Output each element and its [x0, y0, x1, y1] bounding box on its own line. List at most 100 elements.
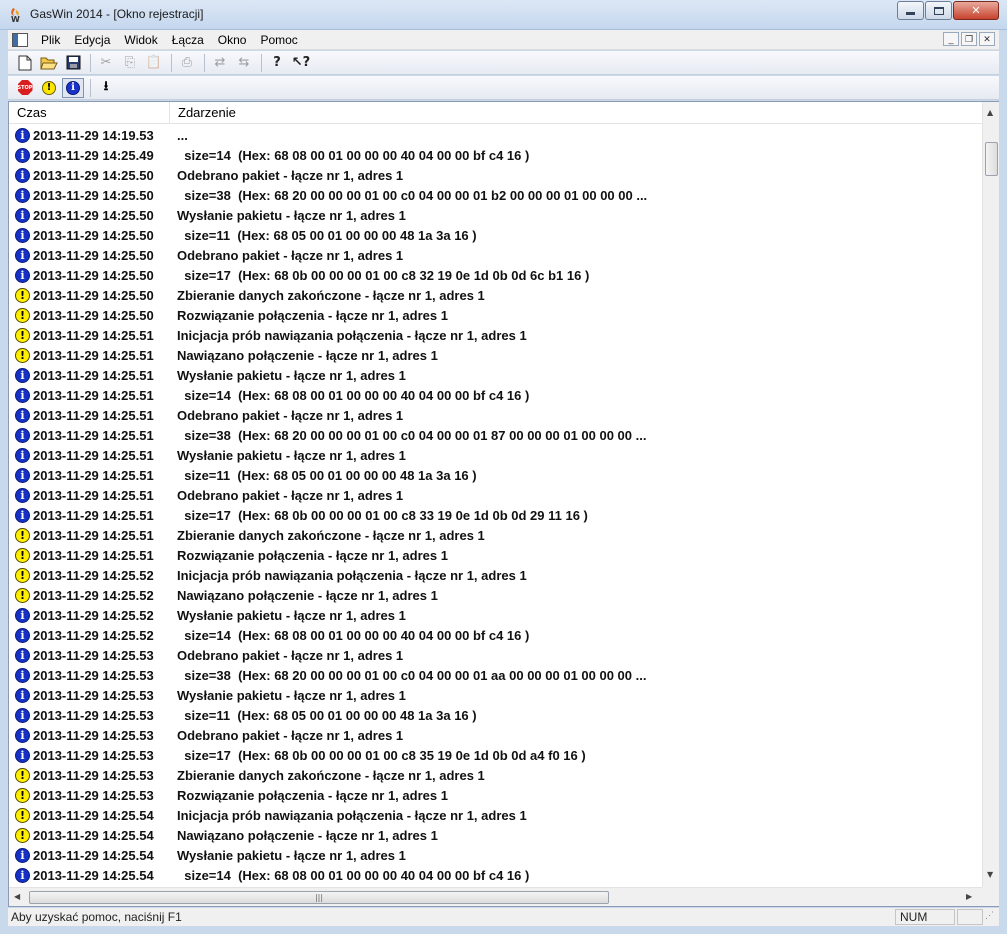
- log-row[interactable]: i 2013-11-29 14:25.51 Wysłanie pakietu - ł…: [9, 365, 982, 385]
- log-row[interactable]: ! 2013-11-29 14:25.50 Rozwiązanie połączen…: [9, 305, 982, 325]
- scroll-up-arrow-icon[interactable]: ▲: [987, 108, 993, 117]
- help-button[interactable]: ?: [266, 53, 288, 73]
- menu-edycja[interactable]: Edycja: [67, 33, 117, 47]
- log-row[interactable]: ! 2013-11-29 14:25.53 Rozwiązanie połączen…: [9, 785, 982, 805]
- info-icon: i: [15, 148, 30, 163]
- log-row[interactable]: ! 2013-11-29 14:25.51 Rozwiązanie połączen…: [9, 545, 982, 565]
- new-file-button[interactable]: [14, 53, 36, 73]
- log-row[interactable]: i 2013-11-29 14:25.50 Odebrano pakiet - łą…: [9, 165, 982, 185]
- log-row[interactable]: i 2013-11-29 14:25.54 size=14 (Hex: 68 08…: [9, 865, 982, 885]
- horizontal-scrollbar[interactable]: ◀ ||| ▶: [9, 887, 982, 906]
- menu-plik[interactable]: Plik: [34, 33, 67, 47]
- log-time: 2013-11-29 14:25.50: [33, 287, 154, 303]
- log-event: Odebrano pakiet - łącze nr 1, adres 1: [177, 647, 404, 663]
- list-body[interactable]: i 2013-11-29 14:19.53... i 2013-11-29 14:25…: [9, 125, 982, 887]
- maximize-button[interactable]: [925, 1, 952, 20]
- close-button[interactable]: ✕: [953, 1, 999, 20]
- mdi-minimize-icon: _: [948, 34, 954, 44]
- log-row[interactable]: i 2013-11-29 14:25.53 Odebrano pakiet - łą…: [9, 645, 982, 665]
- paste-button[interactable]: 📋: [143, 53, 165, 73]
- log-row[interactable]: i 2013-11-29 14:25.53 size=38 (Hex: 68 20…: [9, 665, 982, 685]
- horizontal-scroll-thumb[interactable]: |||: [29, 891, 609, 904]
- log-row[interactable]: i 2013-11-29 14:25.51 size=11 (Hex: 68 05…: [9, 465, 982, 485]
- info-icon: i: [15, 428, 30, 443]
- info-icon: i: [15, 648, 30, 663]
- log-row[interactable]: i 2013-11-29 14:25.52 size=14 (Hex: 68 08…: [9, 625, 982, 645]
- save-button[interactable]: [62, 53, 84, 73]
- menu-widok[interactable]: Widok: [117, 33, 164, 47]
- log-row[interactable]: i 2013-11-29 14:25.53 Odebrano pakiet - łą…: [9, 725, 982, 745]
- info-icon: i: [15, 188, 30, 203]
- title-bar[interactable]: W GasWin 2014 - [Okno rejestracji] ✕: [0, 0, 1007, 30]
- log-time: 2013-11-29 14:25.51: [33, 407, 154, 423]
- mdi-close-icon: ✕: [983, 33, 991, 44]
- log-row[interactable]: ! 2013-11-29 14:25.53 Zbieranie danych zak…: [9, 765, 982, 785]
- log-row[interactable]: i 2013-11-29 14:25.51 Odebrano pakiet - łą…: [9, 405, 982, 425]
- log-row[interactable]: i 2013-11-29 14:25.53 Wysłanie pakietu - ł…: [9, 685, 982, 705]
- log-row[interactable]: ! 2013-11-29 14:25.52 Inicjacja prób nawią…: [9, 565, 982, 585]
- log-event: size=17 (Hex: 68 0b 00 00 00 01 00 c8 32…: [177, 267, 590, 283]
- document-window-icon[interactable]: [12, 32, 28, 47]
- warning-icon: !: [15, 288, 30, 303]
- cut-button[interactable]: ✂: [95, 53, 117, 73]
- log-row[interactable]: i 2013-11-29 14:25.50 size=11 (Hex: 68 05…: [9, 225, 982, 245]
- log-time: 2013-11-29 14:25.52: [33, 627, 154, 643]
- log-time: 2013-11-29 14:25.53: [33, 727, 154, 743]
- log-time: 2013-11-29 14:25.53: [33, 667, 154, 683]
- gaswin-app-icon[interactable]: W: [8, 7, 24, 23]
- log-row[interactable]: ! 2013-11-29 14:25.51 Nawiązano połączenie…: [9, 345, 982, 365]
- log-event: Zbieranie danych zakończone - łącze nr 1…: [177, 767, 485, 783]
- log-row[interactable]: i 2013-11-29 14:25.51 Wysłanie pakietu - ł…: [9, 445, 982, 465]
- info-filter-button[interactable]: i: [62, 77, 84, 98]
- menu-pomoc[interactable]: Pomoc: [253, 33, 304, 47]
- log-row[interactable]: ! 2013-11-29 14:25.52 Nawiązano połączenie…: [9, 585, 982, 605]
- log-row[interactable]: i 2013-11-29 14:25.50 size=17 (Hex: 68 0b…: [9, 265, 982, 285]
- scroll-down-arrow-icon[interactable]: ▼: [987, 870, 993, 879]
- log-row[interactable]: ! 2013-11-29 14:25.50 Zbieranie danych zak…: [9, 285, 982, 305]
- scroll-left-arrow-icon[interactable]: ◀: [14, 892, 20, 901]
- mdi-close-button[interactable]: ✕: [979, 32, 995, 46]
- vertical-scroll-thumb[interactable]: [985, 142, 998, 176]
- scroll-right-arrow-icon[interactable]: ▶: [966, 892, 972, 901]
- info-icon: i: [15, 748, 30, 763]
- scrollbar-corner: [982, 887, 999, 906]
- log-row[interactable]: i 2013-11-29 14:25.51 Odebrano pakiet - łą…: [9, 485, 982, 505]
- stop-button[interactable]: STOP: [14, 78, 36, 98]
- download-button[interactable]: ⭳: [95, 78, 117, 98]
- log-row[interactable]: ! 2013-11-29 14:25.54 Nawiązano połączenie…: [9, 825, 982, 845]
- log-row[interactable]: i 2013-11-29 14:25.50 Odebrano pakiet - łą…: [9, 245, 982, 265]
- warning-filter-button[interactable]: !: [38, 78, 60, 98]
- mdi-minimize-button[interactable]: _: [943, 32, 959, 46]
- mdi-restore-button[interactable]: ❐: [961, 32, 977, 46]
- log-row[interactable]: ! 2013-11-29 14:25.51 Inicjacja prób nawią…: [9, 325, 982, 345]
- log-row[interactable]: i 2013-11-29 14:25.51 size=17 (Hex: 68 0b…: [9, 505, 982, 525]
- log-row[interactable]: ! 2013-11-29 14:25.54 Inicjacja prób nawią…: [9, 805, 982, 825]
- log-row[interactable]: ! 2013-11-29 14:25.51 Zbieranie danych zak…: [9, 525, 982, 545]
- print-button[interactable]: ⎙: [176, 53, 198, 73]
- minimize-button[interactable]: [897, 1, 924, 20]
- resize-grip-icon[interactable]: ⋰: [985, 910, 999, 924]
- disconnect-button[interactable]: ⇆: [233, 53, 255, 73]
- log-row[interactable]: i 2013-11-29 14:25.49 size=14 (Hex: 68 08…: [9, 145, 982, 165]
- log-event: Odebrano pakiet - łącze nr 1, adres 1: [177, 487, 404, 503]
- vertical-scrollbar[interactable]: ▲ ▼: [982, 102, 999, 887]
- menu-okno[interactable]: Okno: [211, 33, 254, 47]
- log-row[interactable]: i 2013-11-29 14:25.53 size=11 (Hex: 68 05…: [9, 705, 982, 725]
- context-help-button[interactable]: ↖?: [290, 53, 312, 73]
- column-header-time[interactable]: Czas: [9, 102, 170, 124]
- log-row[interactable]: i 2013-11-29 14:25.54 Wysłanie pakietu - ł…: [9, 845, 982, 865]
- log-row[interactable]: i 2013-11-29 14:25.50 Wysłanie pakietu - ł…: [9, 205, 982, 225]
- log-row[interactable]: i 2013-11-29 14:19.53...: [9, 125, 982, 145]
- log-row[interactable]: i 2013-11-29 14:25.50 size=38 (Hex: 68 20…: [9, 185, 982, 205]
- menu-lacza[interactable]: Łącza: [165, 33, 211, 47]
- copy-button[interactable]: ⎘: [119, 53, 141, 73]
- log-row[interactable]: i 2013-11-29 14:25.51 size=14 (Hex: 68 08…: [9, 385, 982, 405]
- log-row[interactable]: i 2013-11-29 14:25.53 size=17 (Hex: 68 0b…: [9, 745, 982, 765]
- log-row[interactable]: i 2013-11-29 14:25.51 size=38 (Hex: 68 20…: [9, 425, 982, 445]
- open-button[interactable]: [38, 53, 60, 73]
- log-row[interactable]: i 2013-11-29 14:25.52 Wysłanie pakietu - ł…: [9, 605, 982, 625]
- toolbar-separator: [171, 53, 172, 72]
- column-header-event[interactable]: Zdarzenie: [170, 102, 982, 124]
- connect-button[interactable]: ⇄: [209, 53, 231, 73]
- warning-icon: !: [15, 528, 30, 543]
